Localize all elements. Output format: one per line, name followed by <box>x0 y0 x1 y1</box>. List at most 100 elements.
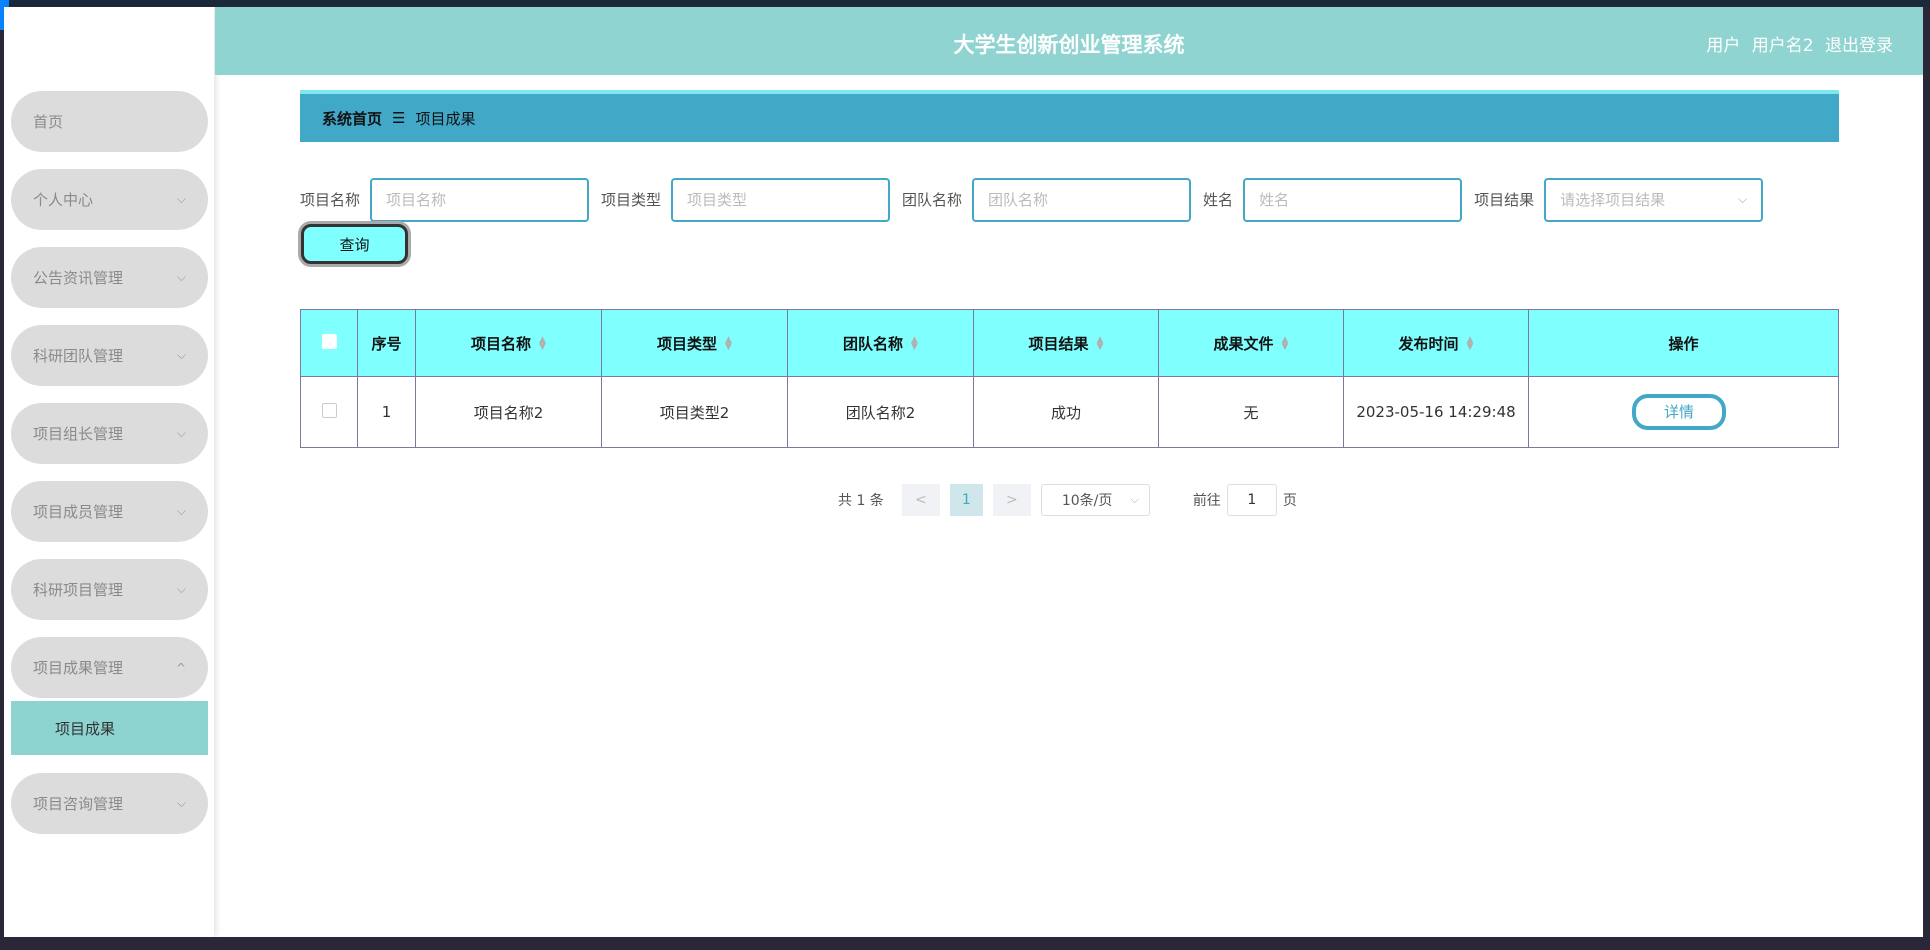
sidebar-subitem-project-results[interactable]: 项目成果 <box>11 701 208 755</box>
sidebar-item-label: 科研项目管理 <box>33 581 124 599</box>
header-actions: 操作 <box>1528 309 1839 377</box>
chevron-down-icon: ⌵ <box>1737 192 1748 206</box>
sidebar-item-team-members[interactable]: 项目成员管理 ⌵ <box>11 481 208 542</box>
project-result-label: 项目结果 <box>1474 191 1535 209</box>
results-table: 序号 项目名称 ▲ ▼ 项目类型 ▲ ▼ 团队名称 ▲ ▼ 项目结果 ▲ ▼ 成果文件 ▲ ▼ 发布… <box>300 309 1839 448</box>
row-select-cell <box>300 376 358 448</box>
system-title: 大学生创新创业管理系统 <box>953 33 1185 57</box>
sort-icon[interactable]: ▲ ▼ <box>725 336 732 352</box>
sort-icon[interactable]: ▲ ▼ <box>1282 336 1289 352</box>
pagination: 共 1 条 < 1 > 10条/页 ⌵ 前往 1 页 <box>838 484 1297 516</box>
user-info: 用户 用户名2 退出登录 <box>1700 31 1893 56</box>
chevron-down-icon: ⌵ <box>176 582 186 596</box>
prev-page-button[interactable]: < <box>901 484 940 516</box>
chevron-down-icon: ⌵ <box>176 270 186 284</box>
sidebar-item-project-consulting[interactable]: 项目咨询管理 ⌵ <box>11 773 208 834</box>
header-project-name[interactable]: 项目名称 ▲ ▼ <box>415 309 602 377</box>
logout-link[interactable]: 退出登录 <box>1825 36 1893 56</box>
sidebar-item-label: 公告资讯管理 <box>33 269 124 287</box>
team-name-input[interactable]: 团队名称 <box>972 177 1192 222</box>
chevron-down-icon: ⌵ <box>176 426 186 440</box>
page-number-button[interactable]: 1 <box>949 484 983 516</box>
sidebar-item-research-teams[interactable]: 科研团队管理 ⌵ <box>11 325 208 386</box>
sidebar-item-label: 项目咨询管理 <box>33 795 124 813</box>
breadcrumb-current: 项目成果 <box>415 109 476 128</box>
sort-icon[interactable]: ▲ ▼ <box>911 336 918 352</box>
sidebar-item-label: 项目成果管理 <box>33 659 124 677</box>
cell-project-name: 项目名称2 <box>415 376 602 448</box>
sort-icon[interactable]: ▲ ▼ <box>1097 336 1104 352</box>
project-name-input[interactable]: 项目名称 <box>370 177 590 222</box>
sidebar-subitem-label: 项目成果 <box>55 719 116 738</box>
header-label: 项目类型 <box>657 334 718 353</box>
header-label: 成果文件 <box>1213 334 1274 353</box>
cell-index: 1 <box>357 376 416 448</box>
project-result-select[interactable]: 请选择项目结果 ⌵ <box>1544 177 1764 222</box>
detail-button[interactable]: 详情 <box>1632 394 1726 430</box>
project-name-label: 项目名称 <box>300 191 361 209</box>
goto-page-input[interactable]: 1 <box>1226 484 1277 516</box>
header-label: 项目结果 <box>1028 334 1089 353</box>
sidebar-item-team-leaders[interactable]: 项目组长管理 ⌵ <box>11 403 208 464</box>
breadcrumb-separator-icon: ☰ <box>392 109 406 127</box>
person-name-input[interactable]: 姓名 <box>1243 177 1463 222</box>
breadcrumb-home[interactable]: 系统首页 <box>322 108 382 129</box>
sidebar-item-label: 科研团队管理 <box>33 347 124 365</box>
person-name-label: 姓名 <box>1203 191 1234 209</box>
header-result-file[interactable]: 成果文件 ▲ ▼ <box>1158 309 1344 377</box>
chevron-down-icon: ⌵ <box>1130 493 1139 506</box>
row-checkbox[interactable] <box>321 402 337 418</box>
cell-project-type: 项目类型2 <box>601 376 788 448</box>
cell-result-file: 无 <box>1158 376 1344 448</box>
query-button[interactable]: 查询 <box>301 224 408 264</box>
header-publish-time[interactable]: 发布时间 ▲ ▼ <box>1343 309 1529 377</box>
team-name-label: 团队名称 <box>902 191 963 209</box>
sort-icon[interactable]: ▲ ▼ <box>1467 336 1474 352</box>
chevron-up-icon: ^ <box>175 660 186 675</box>
header-label: 发布时间 <box>1398 334 1459 353</box>
sidebar-item-project-results[interactable]: 项目成果管理 ^ <box>11 637 208 698</box>
chevron-down-icon: ⌵ <box>176 348 186 362</box>
cell-team-name: 团队名称2 <box>787 376 974 448</box>
header-project-result[interactable]: 项目结果 ▲ ▼ <box>973 309 1159 377</box>
project-type-label: 项目类型 <box>601 191 662 209</box>
chevron-down-icon: ⌵ <box>176 192 186 206</box>
sidebar: 首页 个人中心 ⌵ 公告资讯管理 ⌵ 科研团队管理 ⌵ 项目组长管理 ⌵ 项目成… <box>4 7 214 937</box>
breadcrumb: 系统首页 ☰ 项目成果 <box>300 90 1839 142</box>
taskbar-strip <box>0 937 1930 950</box>
select-all-checkbox[interactable] <box>321 333 337 349</box>
cell-actions: 详情 <box>1528 376 1839 448</box>
chevron-down-icon: ⌵ <box>176 504 186 518</box>
header-team-name[interactable]: 团队名称 ▲ ▼ <box>787 309 974 377</box>
pagination-total: 共 1 条 <box>838 493 884 509</box>
cell-publish-time: 2023-05-16 14:29:48 <box>1343 376 1529 448</box>
username: 用户名2 <box>1751 36 1814 56</box>
sidebar-item-label: 项目组长管理 <box>33 425 124 443</box>
search-form: 项目名称 项目名称 项目类型 项目类型 团队名称 团队名称 姓名 姓名 项目结果… <box>300 177 1775 222</box>
chevron-down-icon: ⌵ <box>176 796 186 810</box>
header-project-type[interactable]: 项目类型 ▲ ▼ <box>601 309 788 377</box>
goto-prefix: 前往 <box>1192 493 1221 509</box>
top-header: 大学生创新创业管理系统 用户 用户名2 退出登录 <box>215 7 1923 75</box>
sidebar-item-label: 首页 <box>33 113 64 131</box>
user-role: 用户 <box>1706 36 1741 56</box>
table-row: 1 项目名称2 项目类型2 团队名称2 成功 无 2023-05-16 14:2… <box>300 376 1839 448</box>
header-label: 项目名称 <box>471 334 532 353</box>
table-header-row: 序号 项目名称 ▲ ▼ 项目类型 ▲ ▼ 团队名称 ▲ ▼ 项目结果 ▲ ▼ 成果文件 ▲ ▼ 发布… <box>300 309 1839 377</box>
header-index: 序号 <box>357 309 416 377</box>
window-top-frame <box>0 0 1930 6</box>
sidebar-item-label: 项目成员管理 <box>33 503 124 521</box>
next-page-button[interactable]: > <box>992 484 1031 516</box>
page-size-select[interactable]: 10条/页 ⌵ <box>1040 484 1150 516</box>
sidebar-item-home[interactable]: 首页 <box>11 91 208 152</box>
sidebar-item-announcements[interactable]: 公告资讯管理 ⌵ <box>11 247 208 308</box>
sidebar-item-research-projects[interactable]: 科研项目管理 ⌵ <box>11 559 208 620</box>
cell-project-result: 成功 <box>973 376 1159 448</box>
goto-suffix: 页 <box>1282 493 1297 509</box>
sidebar-item-personal-center[interactable]: 个人中心 ⌵ <box>11 169 208 230</box>
project-result-placeholder: 请选择项目结果 <box>1560 191 1666 209</box>
project-type-input[interactable]: 项目类型 <box>671 177 891 222</box>
sidebar-item-label: 个人中心 <box>33 191 94 209</box>
page-size-value: 10条/页 <box>1061 493 1113 509</box>
sort-icon[interactable]: ▲ ▼ <box>539 336 546 352</box>
